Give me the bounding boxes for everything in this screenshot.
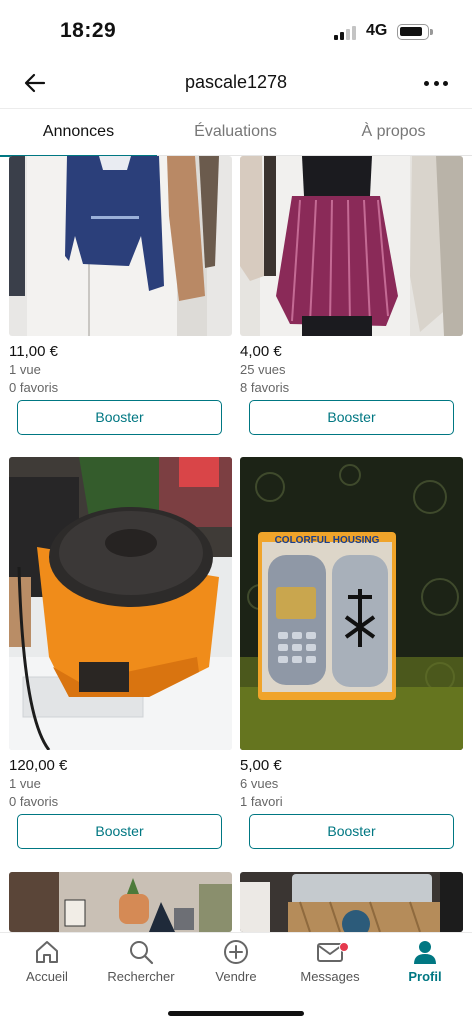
orange-appliance-photo: [9, 457, 232, 750]
listing-price: 120,00 €: [9, 757, 68, 774]
storage-box-photo: [240, 872, 463, 932]
nav-label: Vendre: [215, 969, 257, 984]
booster-button[interactable]: Booster: [249, 400, 454, 435]
nav-label: Messages: [300, 969, 360, 984]
nav-label: Profil: [408, 969, 442, 984]
network-type: 4G: [366, 22, 388, 39]
shelf-items-photo: [9, 872, 232, 932]
bottom-nav: Accueil Rechercher Vendre Messages Profi…: [0, 932, 472, 1024]
listing-photo[interactable]: [9, 457, 232, 750]
listings-grid: 11,00 € 1 vue 0 favoris Booster 4,00 € 2…: [0, 156, 472, 932]
profile-icon: [414, 941, 436, 964]
signal-icon: [334, 24, 358, 40]
booster-button[interactable]: Booster: [17, 400, 222, 435]
tab-annonces[interactable]: Annonces: [0, 109, 157, 157]
listing-card[interactable]: 4,00 € 25 vues 8 favoris Booster: [240, 156, 463, 446]
tab-evaluations[interactable]: Évaluations: [157, 109, 314, 156]
tab-a-propos[interactable]: À propos: [315, 109, 472, 156]
nav-item-rechercher[interactable]: Rechercher: [94, 939, 188, 995]
listing-favorites: 0 favoris: [9, 380, 59, 395]
nav-item-accueil[interactable]: Accueil: [0, 939, 94, 995]
listing-photo[interactable]: [240, 156, 463, 336]
booster-button[interactable]: Booster: [17, 814, 222, 849]
listing-views: 25 vues: [240, 362, 286, 377]
listing-photo[interactable]: [9, 156, 232, 336]
pink-striped-skirt-photo: [240, 156, 463, 336]
nav-header: pascale1278: [0, 60, 472, 106]
listing-views: 1 vue: [9, 362, 41, 377]
clothes-on-door-photo: [9, 156, 232, 336]
notification-badge: [339, 942, 349, 952]
listing-views: 1 vue: [9, 776, 41, 791]
listing-price: 5,00 €: [240, 757, 282, 774]
more-dots-icon: [424, 80, 429, 86]
listing-favorites: 1 favori: [240, 794, 283, 809]
listing-card[interactable]: 120,00 € 1 vue 0 favoris Booster: [9, 457, 232, 853]
listing-photo[interactable]: [9, 872, 232, 932]
listing-card[interactable]: [240, 872, 463, 932]
listing-photo[interactable]: COLORFUL HOUSING: [240, 457, 463, 750]
listing-favorites: 8 favoris: [240, 380, 290, 395]
more-options-button[interactable]: [420, 70, 452, 96]
profile-tabs: Annonces Évaluations À propos: [0, 108, 472, 157]
listing-card[interactable]: [9, 872, 232, 932]
nav-item-profil[interactable]: Profil: [378, 939, 472, 995]
search-icon: [130, 941, 154, 965]
nav-label: Accueil: [26, 969, 68, 984]
nav-label: Rechercher: [107, 969, 175, 984]
listing-photo[interactable]: [240, 872, 463, 932]
booster-button[interactable]: Booster: [249, 814, 454, 849]
nav-item-messages[interactable]: Messages: [283, 939, 377, 995]
listing-card[interactable]: 11,00 € 1 vue 0 favoris Booster: [9, 156, 232, 446]
home-indicator: [168, 1011, 304, 1016]
listing-price: 4,00 €: [240, 343, 282, 360]
page-title: pascale1278: [184, 72, 288, 92]
battery-icon: [397, 24, 433, 40]
status-bar: 18:29 4G: [0, 0, 472, 60]
status-time: 18:29: [60, 19, 117, 42]
plus-circle-icon: [224, 940, 248, 964]
listing-price: 11,00 €: [9, 343, 58, 360]
packaging-label: COLORFUL HOUSING: [275, 535, 380, 546]
listing-views: 6 vues: [240, 776, 279, 791]
nav-item-vendre[interactable]: Vendre: [189, 939, 283, 995]
phone-housing-photo: COLORFUL HOUSING: [240, 457, 463, 750]
home-icon: [36, 941, 58, 963]
listing-favorites: 0 favoris: [9, 794, 59, 809]
listing-card[interactable]: COLORFUL HOUSING 5,00 € 6 vues 1 favori …: [240, 457, 463, 853]
